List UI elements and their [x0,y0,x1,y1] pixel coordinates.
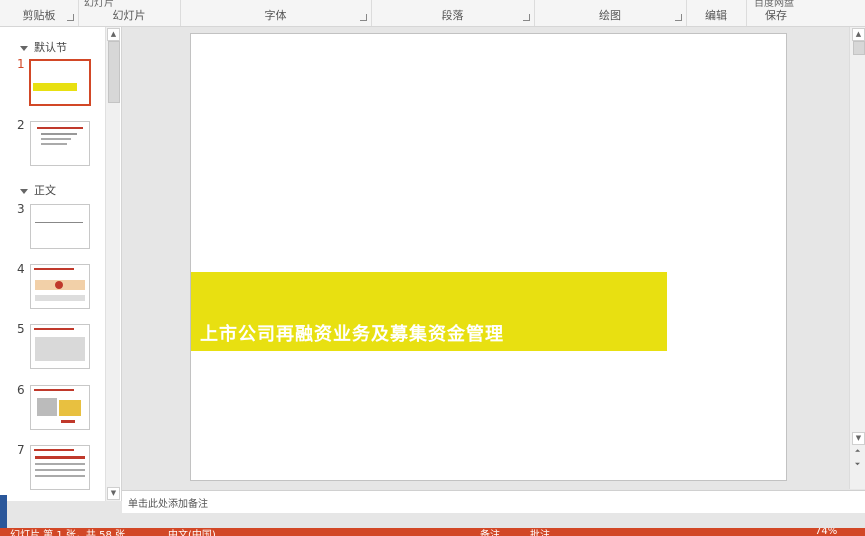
section-default[interactable]: 默认节 [20,39,67,55]
font-launcher-icon[interactable] [360,14,367,21]
group-paragraph: 段落 [371,0,535,26]
group-clipboard: 剪贴板 [0,0,79,26]
thumb-map [37,398,57,416]
group-drawing: 绘图 [534,0,687,26]
thumb-line [41,143,67,145]
thumb-line [37,127,83,129]
thumb-line [35,475,85,477]
slide-number: 1 [17,57,25,71]
group-label-editing: 编辑 [705,9,727,22]
thumb-line [35,463,85,465]
collapse-triangle-icon[interactable] [20,45,28,51]
group-editing: 编辑 [686,0,747,26]
comments-toggle-button[interactable]: 批注 [530,528,550,536]
slide-number: 2 [17,118,25,132]
next-slide-icon[interactable]: ⏷ [852,459,863,470]
thumb-yellow-band [33,83,77,91]
slide-thumbnail-5[interactable] [30,324,90,369]
title-band[interactable]: 上市公司再融资业务及募集资金管理 [191,272,667,351]
thumb-line [35,469,85,471]
slide-number: 3 [17,202,25,216]
group-label-paragraph: 段落 [441,9,464,22]
slide-count-status[interactable]: 幻灯片 第 1 张，共 58 张 [10,528,125,536]
group-slides: 幻灯片 幻灯片 [78,0,181,26]
previous-slide-icon[interactable]: ⏶ [852,446,863,457]
paragraph-launcher-icon[interactable] [523,14,530,21]
thumb-line [35,456,85,459]
slide-number: 4 [17,262,25,276]
slide-number: 7 [17,443,25,457]
ribbon-group-bar: 剪贴板 幻灯片 幻灯片 字体 段落 绘图 编辑 百度网盘 保存 [0,0,865,27]
section-label: 正文 [34,184,56,197]
clipboard-launcher-icon[interactable] [67,14,74,21]
thumb-line [34,268,74,270]
scroll-down-arrow-icon[interactable]: ▼ [852,432,865,445]
group-font: 字体 [180,0,372,26]
slide-editor[interactable]: 上市公司再融资业务及募集资金管理 [122,27,849,489]
slide-thumbnail-1[interactable] [29,59,91,106]
slide-thumbnail-7[interactable] [30,445,90,490]
editor-scrollbar[interactable]: ▲ ▼ ⏶ ⏷ [849,27,865,489]
slide-thumbnail-2[interactable] [30,121,90,166]
group-label-save: 保存 [765,9,787,22]
thumb-map [59,400,81,416]
notes-toggle-button[interactable]: 备注 [480,528,500,536]
notes-pane[interactable]: 单击此处添加备注 [122,490,865,513]
scroll-up-arrow-icon[interactable]: ▲ [852,28,865,41]
thumb-line [34,389,74,391]
slide-thumbnail-pane[interactable]: 默认节 1 2 正文 3 4 5 6 7 [0,27,122,501]
thumb-line [34,449,74,451]
section-body[interactable]: 正文 [20,182,56,198]
group-label-slides: 幻灯片 [112,9,146,22]
thumb-block [35,295,85,301]
zoom-level[interactable]: 74% [815,528,837,536]
group-label-font: 字体 [264,9,287,22]
thumb-line [61,420,75,423]
slide-number: 5 [17,322,25,336]
slide-canvas[interactable]: 上市公司再融资业务及募集资金管理 [190,33,787,481]
status-bar: 幻灯片 第 1 张，共 58 张 中文(中国) 备注 批注 74% [0,528,865,536]
thumbnail-scrollbar[interactable]: ▲ ▼ [105,27,120,501]
drawing-launcher-icon[interactable] [675,14,682,21]
scroll-thumb[interactable] [853,41,865,55]
thumb-line [35,222,83,223]
notes-placeholder[interactable]: 单击此处添加备注 [128,495,208,510]
thumb-line [41,133,77,135]
slide-number: 6 [17,383,25,397]
scroll-thumb[interactable] [108,41,120,103]
thumb-line [41,138,71,140]
slide-thumbnail-6[interactable] [30,385,90,430]
group-label-drawing: 绘图 [599,9,621,22]
slide-thumbnail-4[interactable] [30,264,90,309]
slide-thumbnail-3[interactable] [30,204,90,249]
collapse-triangle-icon[interactable] [20,188,28,194]
language-status[interactable]: 中文(中国) [168,528,216,536]
thumb-block [35,337,85,361]
thumb-circle [55,281,63,289]
thumb-line [34,328,74,330]
section-label: 默认节 [34,41,67,54]
group-save: 百度网盘 保存 [746,0,806,26]
scroll-up-arrow-icon[interactable]: ▲ [107,28,120,41]
scroll-down-arrow-icon[interactable]: ▼ [107,487,120,500]
slide-title[interactable]: 上市公司再融资业务及募集资金管理 [200,320,504,346]
